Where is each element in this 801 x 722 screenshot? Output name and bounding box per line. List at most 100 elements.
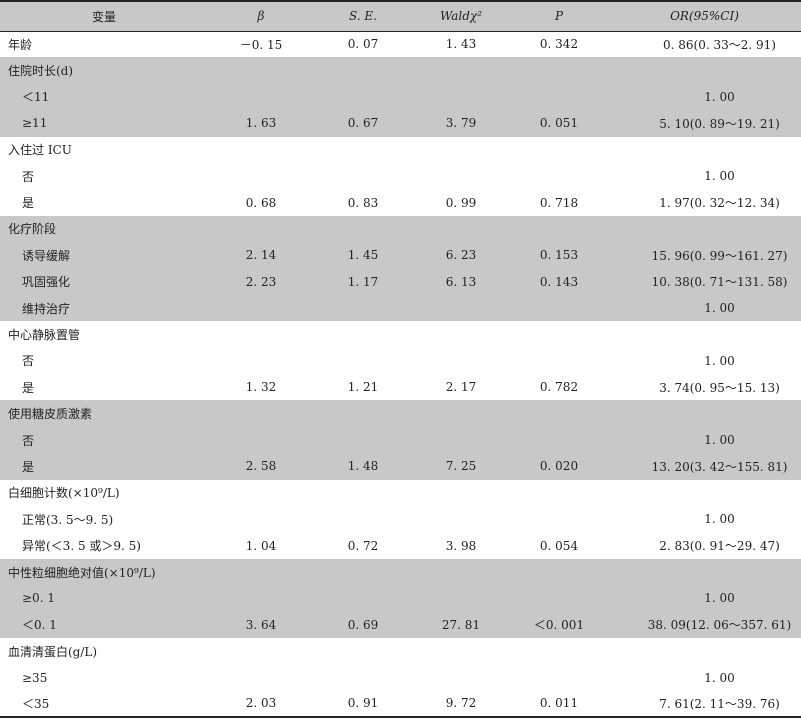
or-cell: 0. 86(0. 33～2. 91) (663, 37, 776, 52)
se-cell: 0. 07 (347, 37, 379, 52)
p-cell (510, 321, 608, 347)
table-row: 中心静脉置管 (0, 321, 801, 347)
p-cell (510, 506, 608, 532)
wald-cell (412, 506, 510, 532)
or-cell: 13. 20(3. 42～155. 81) (651, 459, 788, 474)
wald-cell: 6. 23 (445, 248, 477, 263)
or-cell (608, 137, 801, 163)
wald-cell (412, 84, 510, 110)
se-cell (314, 348, 412, 374)
table-row: 化疗阶段 (0, 215, 801, 243)
beta-cell (208, 427, 314, 453)
se-cell: 1. 17 (347, 274, 379, 289)
wald-cell: 9. 72 (412, 690, 510, 719)
table-row: 是 2. 58 1. 48 7. 25 0. 020 13. 20(3. 42～… (0, 453, 801, 480)
or-cell (608, 559, 801, 585)
row-label: 中心静脉置管 (8, 327, 81, 342)
row-label: 巩固强化 (22, 275, 71, 290)
p-cell: 0. 011 (510, 690, 608, 719)
header-wald: Waldχ² (412, 0, 510, 32)
beta-cell (208, 585, 314, 611)
wald-cell: 6. 13 (445, 274, 477, 289)
table-row: 是 1. 32 1. 21 2. 17 0. 782 3. 74(0. 95～1… (0, 374, 801, 400)
table-row: 诱导缓解 2. 14 1. 45 6. 23 0. 153 15. 96(0. … (0, 242, 801, 269)
se-cell (314, 638, 412, 664)
p-cell (510, 348, 608, 374)
header-variable: 变量 (0, 0, 208, 32)
or-cell (608, 400, 801, 426)
p-cell (510, 163, 608, 189)
beta-cell (208, 321, 314, 347)
wald-cell (412, 480, 510, 506)
beta-cell: －0. 15 (239, 37, 283, 52)
beta-cell (208, 559, 314, 585)
se-cell: 0. 69 (347, 617, 379, 632)
wald-cell: 3. 79 (445, 116, 477, 131)
table-row: ≥35 1. 00 (0, 664, 801, 690)
table-row: 中性粒细胞绝对值(×10⁹/L) (0, 558, 801, 586)
se-cell (314, 216, 412, 242)
header-or: OR(95%CI) (608, 0, 801, 32)
or-cell: 1. 97(0. 32～12. 34) (659, 196, 780, 211)
or-cell: 5. 10(0. 89～19. 21) (659, 116, 780, 131)
or-cell (608, 216, 801, 242)
p-cell: ＜0. 001 (533, 618, 585, 633)
p-cell: 0. 051 (539, 116, 579, 131)
row-label: 维持治疗 (22, 301, 71, 316)
se-cell (314, 559, 412, 585)
wald-cell: 0. 99 (445, 195, 477, 210)
header-row: 变量 β S. E. Waldχ² P OR(95%CI) (0, 0, 801, 32)
wald-cell: 3. 98 (445, 538, 477, 553)
se-cell (314, 480, 412, 506)
row-label: ≥35 (22, 670, 48, 685)
wald-cell (412, 348, 510, 374)
row-label: 住院时长(d) (8, 64, 74, 79)
p-cell (510, 84, 608, 110)
beta-cell: 0. 68 (245, 195, 277, 210)
se-cell (314, 84, 412, 110)
p-cell (510, 295, 608, 321)
row-label: ≥11 (22, 116, 48, 131)
beta-cell (208, 506, 314, 532)
row-label: 异常(＜3. 5 或＞9. 5) (22, 539, 141, 554)
or-cell: 15. 96(0. 99～161. 27) (651, 248, 788, 263)
row-label: 使用糖皮质激素 (8, 407, 93, 422)
row-label: 入住过 ICU (8, 143, 72, 158)
header-p: P (510, 0, 608, 32)
wald-cell (412, 585, 510, 611)
or-cell (608, 638, 801, 664)
wald-cell (412, 427, 510, 453)
wald-cell (412, 137, 510, 163)
row-label: 否 (22, 433, 35, 448)
se-cell (314, 163, 412, 189)
table-row: 异常(＜3. 5 或＞9. 5) 1. 04 0. 72 3. 98 0. 05… (0, 532, 801, 558)
beta-cell: 1. 04 (245, 538, 277, 553)
beta-cell: 2. 23 (245, 274, 277, 289)
beta-cell (208, 216, 314, 242)
beta-cell (208, 348, 314, 374)
row-label: 化疗阶段 (8, 222, 57, 237)
se-cell: 0. 91 (314, 690, 412, 719)
p-cell: 0. 718 (539, 195, 579, 210)
table-row: ＜0. 1 3. 64 0. 69 27. 81 ＜0. 001 38. 09(… (0, 611, 801, 638)
p-cell: 0. 054 (539, 538, 579, 553)
or-cell: 10. 38(0. 71～131. 58) (651, 275, 788, 290)
beta-cell: 2. 14 (245, 248, 277, 263)
wald-cell (412, 163, 510, 189)
or-cell: 7. 61(2. 11～39. 76) (608, 690, 801, 719)
beta-cell: 1. 63 (245, 116, 277, 131)
p-cell: 0. 153 (539, 248, 579, 263)
beta-cell (208, 400, 314, 426)
p-cell: 0. 782 (539, 380, 579, 395)
row-label: 否 (22, 354, 35, 369)
or-cell: 3. 74(0. 95～15. 13) (659, 380, 780, 395)
beta-cell: 1. 32 (245, 380, 277, 395)
header-beta: β (208, 0, 314, 32)
table-row: 住院时长(d) (0, 57, 801, 84)
se-cell (314, 137, 412, 163)
p-cell (510, 664, 608, 690)
se-cell: 1. 45 (347, 248, 379, 263)
se-cell (314, 295, 412, 321)
wald-cell: 27. 81 (441, 617, 481, 632)
beta-cell (208, 480, 314, 506)
